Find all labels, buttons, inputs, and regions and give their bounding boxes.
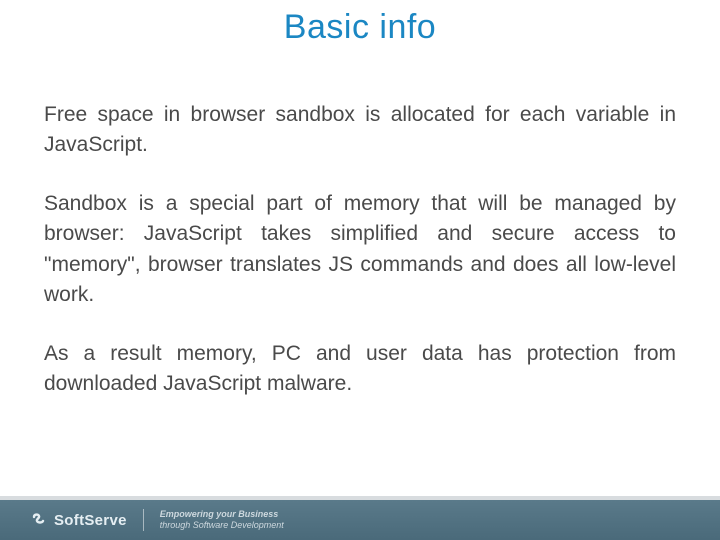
brand-mark-icon <box>30 511 48 529</box>
tagline-sub: through Software Development <box>160 520 284 531</box>
slide-body: Free space in browser sandbox is allocat… <box>44 100 676 428</box>
paragraph: As a result memory, PC and user data has… <box>44 339 676 400</box>
paragraph: Free space in browser sandbox is allocat… <box>44 100 676 161</box>
footer-bar: SoftServe Empowering your Business throu… <box>0 500 720 540</box>
brand-name: SoftServe <box>54 512 127 529</box>
tagline-main: Empowering your Business <box>160 509 284 520</box>
slide-title: Basic info <box>0 0 720 47</box>
slide: Basic info Free space in browser sandbox… <box>0 0 720 540</box>
footer-vertical-divider <box>143 509 144 531</box>
brand-tagline: Empowering your Business through Softwar… <box>160 509 284 532</box>
paragraph: Sandbox is a special part of memory that… <box>44 189 676 311</box>
brand-logo: SoftServe <box>30 511 127 529</box>
